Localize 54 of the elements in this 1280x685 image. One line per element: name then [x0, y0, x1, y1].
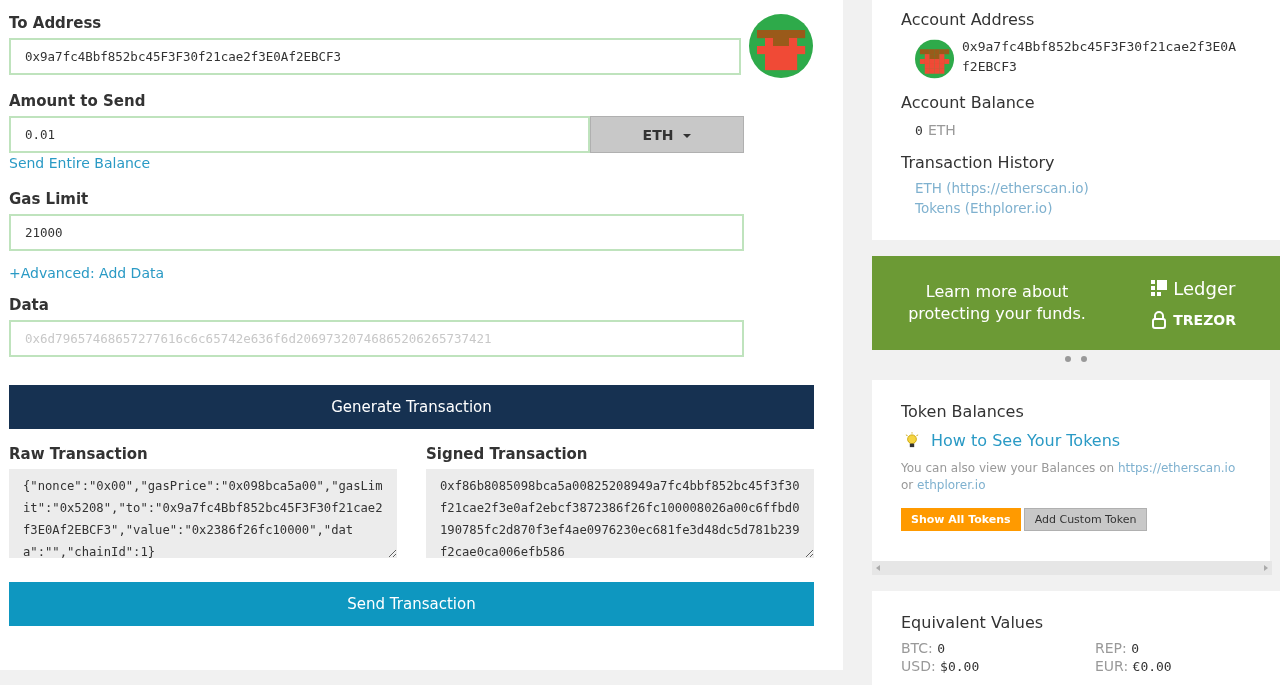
- horizontal-scrollbar[interactable]: [872, 561, 1272, 575]
- help-link[interactable]: How to See Your Tokens: [931, 431, 1121, 450]
- currency-label: USD:: [901, 658, 936, 674]
- amount-input[interactable]: 0.01: [9, 116, 590, 153]
- history-link[interactable]: ETH (https://etherscan.io): [901, 178, 1251, 198]
- note-text: You can also view your Balances on: [901, 461, 1115, 475]
- address-input[interactable]: 0x9a7fc4Bbf852bc45F3F30f21cae2f3E0Af2EBCF3: [9, 38, 741, 75]
- history-link[interactable]: Tokens (Ethplorer.io): [901, 198, 1251, 218]
- token-button[interactable]: Show All Tokens: [901, 508, 1021, 531]
- raw-transaction-textarea[interactable]: {"nonce":"0x00","gasPrice":"0x098bca5a00","gasLimit":"0x5208","to":"0x9a7fc4Bbf852bc45F3F30f21cae2f3E0Af2EBCF3","value":"0x2386f26fc10000","data":"","chainId":1}: [9, 469, 397, 558]
- section-title: Account Address: [901, 9, 1036, 31]
- currency-value: $0.00: [940, 659, 980, 674]
- section-title: Equivalent Values: [901, 612, 1045, 634]
- section-title: Token Balances: [901, 401, 1025, 423]
- ledger-logo-icon: [1151, 279, 1168, 297]
- currency-label: EUR:: [1095, 658, 1129, 674]
- scroll-right-icon[interactable]: [1264, 565, 1268, 571]
- currency-label: REP:: [1095, 640, 1127, 656]
- advanced-data-link[interactable]: +Advanced: Add Data: [9, 265, 165, 281]
- note-text: or: [901, 478, 914, 492]
- gas-limit-input[interactable]: 21000: [9, 214, 744, 251]
- field-label: Data: [9, 295, 50, 316]
- generate-transaction-button[interactable]: Generate Transaction: [9, 385, 814, 429]
- currency-value: €0.00: [1132, 659, 1172, 674]
- ethplorer-link[interactable]: ethplorer.io: [917, 478, 986, 492]
- banner-text: Learn more about protecting your funds.: [907, 281, 1087, 325]
- scroll-left-icon[interactable]: [876, 565, 880, 571]
- field-label: Raw Transaction: [9, 444, 149, 465]
- field-label: To Address: [9, 13, 103, 34]
- caret-icon: [683, 133, 692, 138]
- account-address: 0x9a7fc4Bbf852bc45F3F30f21cae2f3E0Af2EBCF3: [962, 38, 1237, 76]
- padlock-icon: [1151, 310, 1168, 329]
- currency-value: 0: [1131, 641, 1139, 656]
- unit-dropdown[interactable]: ETH: [590, 116, 744, 153]
- lightbulb-icon: [905, 431, 919, 450]
- currency-label: BTC:: [901, 640, 933, 656]
- carousel-dot[interactable]: [1081, 356, 1087, 362]
- token-button[interactable]: Add Custom Token: [1023, 508, 1148, 531]
- field-label: Signed Transaction: [426, 444, 589, 465]
- signed-transaction-textarea[interactable]: 0xf86b8085098bca5a00825208949a7fc4bbf852bc45f3f30f21cae2f3e0af2ebcf3872386f26fc100008026a00c6ffbd0190785fc2d870f3ef4ae0976230ec681fe3d48dc5d781b239f2cae0ca006efb586: [426, 469, 814, 558]
- field-label: Gas Limit: [9, 189, 90, 210]
- brand-name: Ledger: [1173, 277, 1236, 299]
- send-entire-balance-link[interactable]: Send Entire Balance: [9, 155, 151, 171]
- carousel-dot[interactable]: [1065, 356, 1071, 362]
- section-title: Transaction History: [901, 152, 1056, 174]
- field-label: Amount to Send: [9, 91, 147, 112]
- etherscan-link[interactable]: https://etherscan.io: [1117, 461, 1236, 475]
- send-transaction-button[interactable]: Send Transaction: [9, 582, 814, 626]
- currency-value: 0: [937, 641, 946, 656]
- security-banner[interactable]: Learn more about protecting your funds. Ledger TREZOR: [872, 256, 1280, 350]
- section-title: Account Balance: [901, 92, 1036, 114]
- balance-unit: ETH: [927, 122, 956, 138]
- brand-name: TREZOR: [1173, 311, 1236, 328]
- balance-value: 0: [915, 123, 923, 138]
